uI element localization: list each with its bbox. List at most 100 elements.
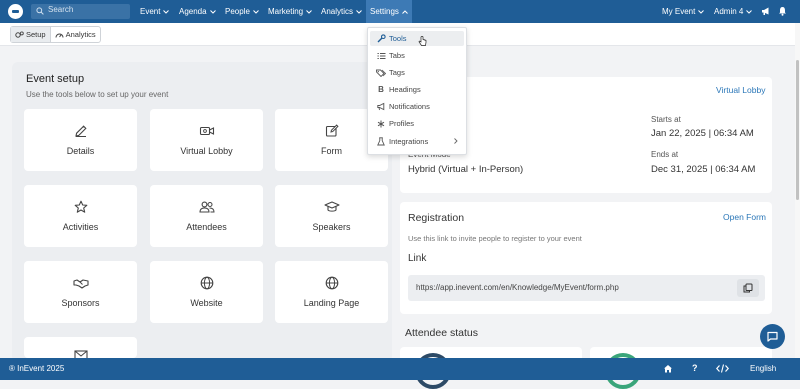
- copy-icon: [743, 283, 753, 293]
- nav-marketing[interactable]: Marketing: [268, 0, 312, 23]
- help-question-icon[interactable]: ?: [692, 363, 698, 373]
- settings-dropdown-menu: Tools Tabs Tags B Headings Notifications…: [367, 27, 467, 155]
- tile-activities-label: Activities: [62, 222, 99, 232]
- nav-people[interactable]: People: [225, 0, 259, 23]
- copy-button[interactable]: [737, 279, 759, 297]
- tile-virtual-lobby[interactable]: Virtual Lobby: [150, 109, 263, 171]
- attendee-status-title: Attendee status: [405, 327, 478, 339]
- admin-label: Admin 4: [714, 7, 744, 16]
- tile-speakers[interactable]: Speakers: [275, 185, 388, 247]
- nav-agenda[interactable]: Agenda: [179, 0, 216, 23]
- registration-card: Registration Open Form Use this link to …: [400, 202, 772, 314]
- globe-icon: [325, 276, 339, 290]
- bell-icon[interactable]: [778, 6, 787, 16]
- analytics-tab-label: Analytics: [65, 30, 96, 39]
- my-event-label: My Event: [662, 7, 696, 16]
- tile-website-label: Website: [190, 298, 223, 308]
- nav-agenda-label: Agenda: [179, 7, 207, 16]
- search-input[interactable]: Search: [48, 5, 73, 14]
- nav-settings-label: Settings: [370, 7, 399, 16]
- menu-item-profiles-label: Profiles: [389, 119, 415, 128]
- envelope-icon: [74, 350, 88, 358]
- menu-item-tags[interactable]: Tags: [370, 65, 464, 80]
- menu-item-tabs-label: Tabs: [389, 51, 405, 60]
- menu-item-tags-label: Tags: [389, 68, 405, 77]
- event-setup-title: Event setup: [26, 73, 85, 85]
- menu-item-tools[interactable]: Tools: [370, 31, 464, 46]
- chevron-down-icon: [356, 10, 362, 14]
- admin-menu[interactable]: Admin 4: [714, 0, 753, 23]
- scrollbar-thumb[interactable]: [796, 60, 799, 200]
- registration-url: https://app.inevent.com/en/Knowledge/MyE…: [416, 283, 619, 292]
- chevron-down-icon: [306, 10, 312, 14]
- event-setup-subtitle: Use the tools below to set up your event: [26, 90, 169, 99]
- ends-at-label: Ends at: [651, 150, 679, 159]
- menu-item-profiles[interactable]: Profiles: [370, 116, 464, 131]
- graduation-cap-icon: [323, 200, 340, 214]
- tile-details[interactable]: Details: [24, 109, 137, 171]
- gears-icon: [15, 30, 24, 39]
- my-event-menu[interactable]: My Event: [662, 0, 705, 23]
- home-icon[interactable]: [663, 364, 673, 373]
- chevron-down-icon: [698, 10, 705, 14]
- code-icon[interactable]: [716, 364, 729, 373]
- megaphone-icon: [374, 102, 388, 111]
- tags-icon: [374, 69, 388, 77]
- top-navigation-bar: Search Event Agenda People Marketing Ana…: [0, 0, 800, 23]
- tile-partial[interactable]: [24, 337, 137, 358]
- analytics-tab[interactable]: Analytics: [49, 27, 100, 42]
- search-box[interactable]: Search: [31, 4, 130, 19]
- menu-item-headings-label: Headings: [389, 85, 421, 94]
- chevron-down-icon: [746, 10, 753, 14]
- tile-virtual-lobby-label: Virtual Lobby: [180, 146, 233, 156]
- globe-icon: [200, 276, 214, 290]
- setup-tab-label: Setup: [26, 30, 46, 39]
- tile-activities[interactable]: Activities: [24, 185, 137, 247]
- list-icon: [374, 52, 388, 60]
- tile-speakers-label: Speakers: [312, 222, 351, 232]
- event-mode-value: Hybrid (Virtual + In-Person): [408, 164, 524, 175]
- menu-item-integrations[interactable]: Integrations: [370, 134, 464, 149]
- menu-item-tools-label: Tools: [389, 34, 407, 43]
- megaphone-icon[interactable]: [761, 6, 771, 16]
- chat-bubble-icon: [767, 331, 778, 342]
- search-icon: [36, 7, 44, 15]
- chevron-up-icon: [402, 10, 408, 14]
- tile-website[interactable]: Website: [150, 261, 263, 323]
- menu-item-notifications-label: Notifications: [389, 102, 430, 111]
- asterisk-icon: [374, 120, 388, 128]
- tile-landing-page[interactable]: Landing Page: [275, 261, 388, 323]
- setup-tab[interactable]: Setup: [11, 27, 50, 42]
- language-selector[interactable]: English: [750, 358, 776, 380]
- view-switcher: Setup Analytics: [10, 26, 101, 43]
- tile-sponsors[interactable]: Sponsors: [24, 261, 137, 323]
- tile-sponsors-label: Sponsors: [61, 298, 100, 308]
- star-icon: [74, 200, 88, 214]
- handshake-icon: [72, 276, 89, 290]
- menu-item-integrations-label: Integrations: [389, 137, 429, 146]
- starts-at-label: Starts at: [651, 115, 681, 124]
- menu-item-notifications[interactable]: Notifications: [370, 99, 464, 114]
- chevron-down-icon: [163, 10, 170, 14]
- tile-attendees[interactable]: Attendees: [150, 185, 263, 247]
- mouse-cursor-icon: [418, 36, 427, 47]
- nav-analytics-label: Analytics: [321, 7, 354, 16]
- virtual-lobby-link[interactable]: Virtual Lobby: [716, 85, 765, 95]
- nav-event-label: Event: [140, 7, 161, 16]
- chat-button[interactable]: [760, 324, 785, 349]
- edit-form-icon: [325, 124, 339, 138]
- wrench-icon: [374, 34, 388, 43]
- starts-at-value: Jan 22, 2025 | 06:34 AM: [651, 128, 754, 139]
- nav-people-label: People: [225, 7, 250, 16]
- chevron-right-icon: [454, 138, 458, 144]
- flask-icon: [374, 137, 388, 146]
- chevron-down-icon: [253, 10, 259, 14]
- nav-event[interactable]: Event: [140, 0, 170, 23]
- nav-analytics[interactable]: Analytics: [321, 0, 362, 23]
- menu-item-tabs[interactable]: Tabs: [370, 48, 464, 63]
- nav-settings[interactable]: Settings: [366, 0, 412, 23]
- open-form-link[interactable]: Open Form: [723, 212, 766, 222]
- inevent-logo[interactable]: [8, 4, 23, 19]
- menu-item-headings[interactable]: B Headings: [370, 82, 464, 97]
- registration-url-field[interactable]: https://app.inevent.com/en/Knowledge/MyE…: [408, 275, 765, 301]
